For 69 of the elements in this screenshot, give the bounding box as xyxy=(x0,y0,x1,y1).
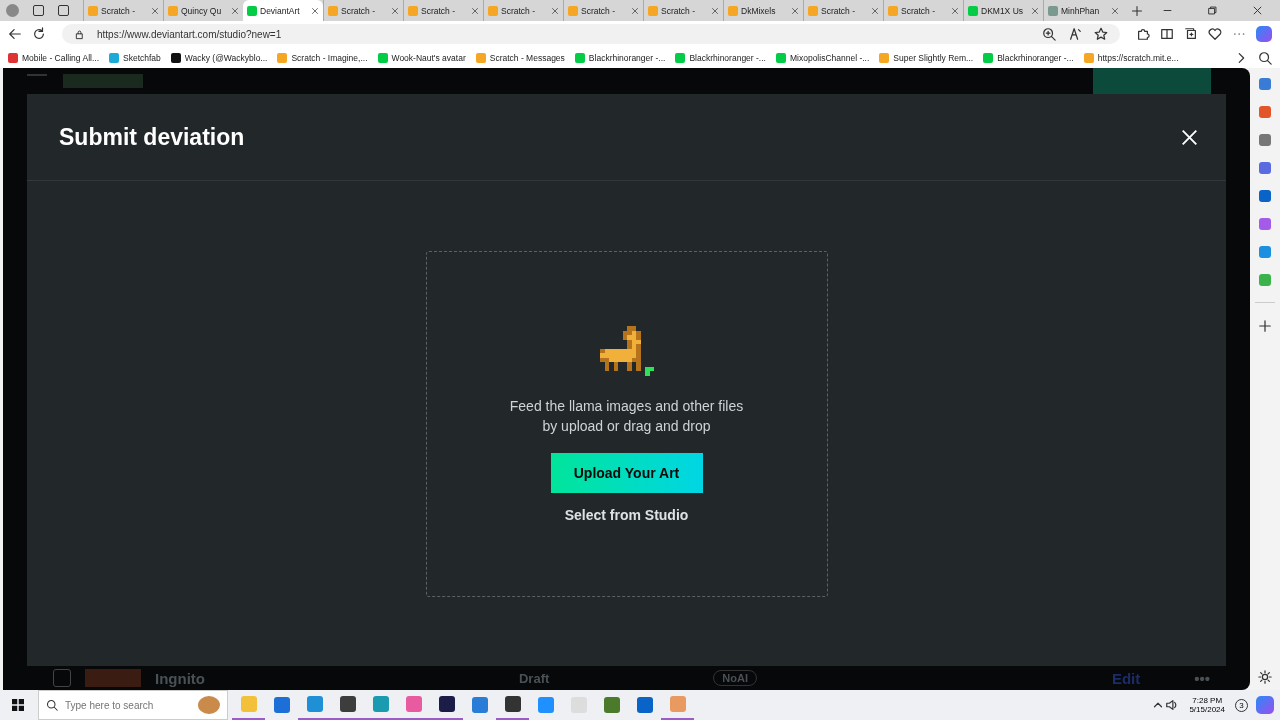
sidebar-app-icon[interactable] xyxy=(1259,274,1271,286)
checkbox[interactable] xyxy=(53,669,71,687)
bookmark[interactable]: Blackrhinoranger -... xyxy=(675,52,766,63)
zoom-icon[interactable] xyxy=(1042,27,1056,41)
sidebar-app-icon[interactable] xyxy=(1259,246,1271,258)
puzzle-icon[interactable] xyxy=(1136,27,1150,41)
search-icon xyxy=(46,699,58,711)
reload-icon[interactable] xyxy=(32,27,46,41)
favicon-icon xyxy=(328,5,338,16)
favicon-icon xyxy=(968,5,978,16)
sidebar-app-icon[interactable] xyxy=(1259,78,1271,90)
llama-drawing xyxy=(599,326,654,376)
taskbar-search-field[interactable]: Type here to search xyxy=(38,690,228,720)
upload-instructions: Feed the llama images and other files by upload or drag and drop xyxy=(509,397,744,436)
tab-actions-icon[interactable] xyxy=(58,5,69,16)
draft-status: Draft xyxy=(519,670,550,686)
bookmark[interactable]: Scratch - Imagine,... xyxy=(277,52,368,63)
browser-tab[interactable]: DeviantArt xyxy=(243,0,323,21)
heart-icon[interactable] xyxy=(1208,27,1222,41)
upload-button[interactable]: Upload Your Art xyxy=(550,453,703,493)
favicon-icon xyxy=(888,5,898,16)
favicon-icon xyxy=(808,5,818,16)
star-icon[interactable] xyxy=(1094,27,1108,41)
back-icon[interactable] xyxy=(8,27,22,41)
sidebar-app-icon[interactable] xyxy=(1259,190,1271,202)
bookmark[interactable]: Wacky (@Wackyblo... xyxy=(170,52,268,63)
artwork-thumbnail xyxy=(85,669,141,687)
split-screen-icon[interactable] xyxy=(1160,27,1174,41)
address-bar[interactable]: https://www.deviantart.com/studio?new=1 xyxy=(62,24,1120,44)
copilot-icon[interactable] xyxy=(1256,26,1272,42)
restore-icon[interactable] xyxy=(1207,5,1218,16)
sidebar-app-icon[interactable] xyxy=(1259,134,1271,146)
search-icon[interactable] xyxy=(1258,50,1272,65)
add-icon[interactable] xyxy=(1258,319,1272,333)
bookmark[interactable]: https://scratch.mit.e... xyxy=(1083,52,1179,63)
bookmark[interactable]: Blackrhinoranger -... xyxy=(983,52,1074,63)
close-icon[interactable] xyxy=(1252,5,1263,16)
read-aloud-icon[interactable] xyxy=(1068,27,1082,41)
favicon-icon xyxy=(408,5,418,16)
drop-zone[interactable]: Feed the llama images and other files by upload or drag and drop Upload Your Art Select from Studio xyxy=(425,251,828,597)
bookmark[interactable]: Super Slightly Rem... xyxy=(879,52,974,63)
copilot-icon[interactable] xyxy=(1256,696,1274,714)
new-tab-icon[interactable] xyxy=(1131,4,1143,17)
deviation-title: Ingnito xyxy=(155,669,205,687)
profile-icon[interactable] xyxy=(6,4,19,17)
select-from-studio-link[interactable]: Select from Studio xyxy=(560,503,693,527)
favicon-icon xyxy=(568,5,578,16)
favicon-icon xyxy=(168,5,178,16)
sidebar-app-icon[interactable] xyxy=(1259,218,1271,230)
bookmark[interactable]: Blackrhinoranger -... xyxy=(574,52,666,63)
clock[interactable]: 7:28 PM 5/15/2024 xyxy=(1189,696,1225,714)
bookmark[interactable]: Scratch - Messages xyxy=(475,52,565,63)
sidebar-app-icon[interactable] xyxy=(1259,162,1271,174)
favicon-icon xyxy=(1048,5,1058,16)
bookmark[interactable]: MixopolisChannel -... xyxy=(775,52,870,63)
workspaces-icon[interactable] xyxy=(33,5,44,16)
bookmark[interactable]: Sketchfab xyxy=(109,52,161,63)
lock-icon xyxy=(74,28,85,40)
favicon-icon xyxy=(488,5,498,16)
favicon-icon xyxy=(648,5,658,16)
bookmark[interactable]: Mobile - Calling All... xyxy=(8,52,99,63)
favicon-icon xyxy=(88,5,98,16)
bookmark[interactable]: Wook-Naut's avatar xyxy=(377,52,466,63)
collections-icon[interactable] xyxy=(1184,27,1198,41)
favicon-icon xyxy=(728,5,738,16)
sidebar-app-icon[interactable] xyxy=(1259,106,1271,118)
windows-start-icon[interactable] xyxy=(12,699,24,711)
favicon-icon xyxy=(247,5,257,16)
dialog-title: Submit deviation xyxy=(59,123,245,151)
